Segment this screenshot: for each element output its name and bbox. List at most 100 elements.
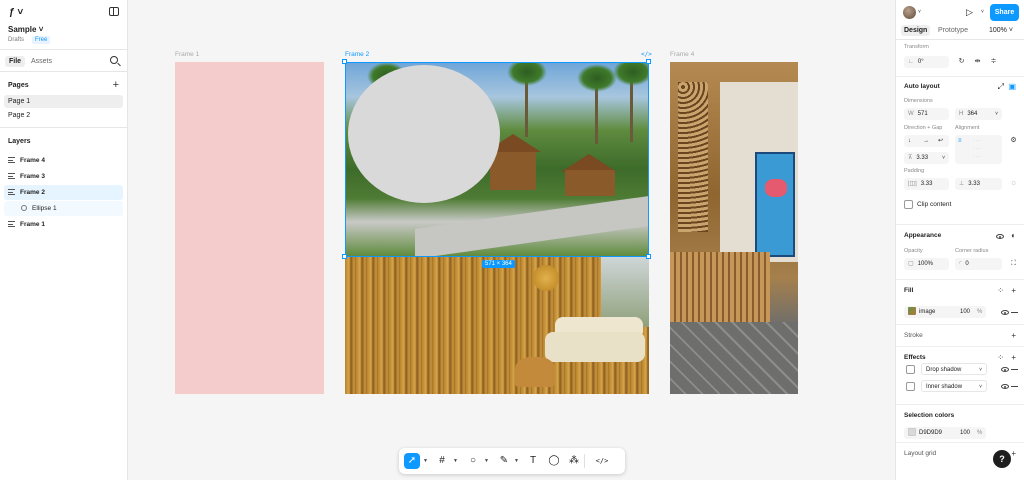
layer-frame-1[interactable]: Frame 1 (4, 217, 123, 232)
comment-tool-icon[interactable]: ◯ (546, 453, 562, 469)
file-name[interactable]: Sample ˅ (8, 25, 43, 34)
avatar[interactable] (903, 6, 916, 19)
wrap-icon[interactable]: ↩ (938, 135, 943, 147)
rotation-field[interactable]: ∟ 0° (904, 56, 949, 68)
frame-1-label[interactable]: Frame 1 (175, 51, 199, 58)
frame-1[interactable] (175, 62, 324, 394)
plan-badge: Free (32, 36, 51, 44)
search-icon[interactable] (110, 56, 118, 64)
ellipse-tool-icon[interactable]: ○ (465, 453, 481, 469)
text-tool-icon[interactable]: T (525, 453, 541, 469)
actions-tool-icon[interactable]: ⁂ (566, 453, 582, 469)
eye-icon[interactable] (1001, 310, 1009, 315)
add-layout-grid-icon[interactable]: + (1011, 443, 1016, 465)
color-swatch[interactable] (908, 428, 916, 437)
resize-handle[interactable] (342, 254, 347, 259)
remove-fill-icon[interactable] (1011, 312, 1018, 313)
frame-4-label[interactable]: Frame 4 (670, 51, 694, 58)
layer-frame-4[interactable]: Frame 4 (4, 153, 123, 168)
eye-icon[interactable] (1001, 367, 1009, 372)
eye-icon[interactable] (996, 234, 1004, 239)
rotate-icon[interactable]: ↻ (956, 56, 967, 67)
corner-radius-field[interactable]: ◜ 0 (955, 258, 1002, 270)
fill-row[interactable]: image 100 % (904, 306, 986, 318)
chevron-down-icon[interactable]: ▼ (514, 458, 519, 464)
canvas[interactable]: Frame 1 Frame 2 Frame 4 </> 571 × 364 (128, 0, 895, 480)
add-page-icon[interactable]: + (113, 77, 119, 94)
padding-horizontal-field[interactable]: |◫| 3.33 (904, 178, 949, 190)
tab-assets[interactable]: Assets (27, 56, 56, 67)
tab-prototype[interactable]: Prototype (935, 25, 971, 36)
dimensions-label: Dimensions (904, 98, 933, 104)
drop-shadow-select[interactable]: Drop shadow ˅ (921, 363, 987, 375)
resize-handle[interactable] (646, 254, 651, 259)
flip-vertical-icon[interactable]: ≑ (988, 56, 999, 67)
expand-icon[interactable]: ⤢ (998, 77, 1004, 97)
tab-file[interactable]: File (5, 56, 26, 67)
layer-frame-2[interactable]: Frame 2 (4, 185, 123, 200)
alignment-grid[interactable]: ≡ · · · · · · · · · (955, 135, 1002, 164)
chevron-down-icon[interactable]: ▼ (453, 458, 458, 464)
flip-horizontal-icon[interactable]: ⇹ (972, 56, 983, 67)
sidebar-toggle-icon[interactable] (109, 7, 119, 16)
frame-2-label[interactable]: Frame 2 (345, 51, 369, 58)
clip-content-label: Clip content (917, 201, 952, 208)
chevron-down-icon[interactable]: ▼ (423, 458, 428, 464)
arrow-right-icon[interactable]: → (923, 135, 929, 147)
frame-4[interactable] (670, 62, 798, 394)
style-grid-icon[interactable]: ⁘ (997, 347, 1004, 369)
page-item-1[interactable]: Page 1 (4, 95, 123, 108)
code-icon[interactable]: </> (641, 51, 652, 58)
padding-vertical-field[interactable]: ⊥ 3.33 (955, 178, 1002, 190)
inner-shadow-toggle[interactable] (906, 382, 915, 391)
auto-layout-icon[interactable]: ▣ (1008, 77, 1016, 97)
share-button[interactable]: Share (990, 4, 1019, 21)
stroke-section: Stroke + (896, 325, 1024, 347)
opacity-field[interactable]: ▢ 100% (904, 258, 949, 270)
selection-color-row[interactable]: D9D9D9 100 % (904, 427, 986, 439)
layer-ellipse-1[interactable]: Ellipse 1 (4, 201, 123, 216)
chevron-down-icon[interactable]: ˅ (981, 9, 984, 15)
blend-mode-icon[interactable]: ◐ (1011, 225, 1016, 247)
clip-content-checkbox[interactable] (904, 200, 913, 209)
frame-tool-icon[interactable]: # (434, 453, 450, 469)
selection-box[interactable] (345, 62, 649, 257)
page-item-2[interactable]: Page 2 (4, 109, 123, 122)
zoom-level[interactable]: 100% ˅ (989, 27, 1013, 34)
add-stroke-icon[interactable]: + (1011, 325, 1016, 347)
align-left-icon[interactable]: ≡ (958, 135, 962, 147)
play-icon[interactable]: ▷ (966, 7, 973, 18)
width-field[interactable]: W 571 (904, 108, 949, 120)
move-tool-icon[interactable]: ➚ (404, 453, 420, 469)
inner-shadow-select[interactable]: Inner shadow ˅ (921, 380, 987, 392)
fill-image-swatch[interactable] (908, 307, 916, 316)
alignment-settings-icon[interactable]: ⚙ (1008, 135, 1019, 146)
add-effect-icon[interactable]: + (1011, 347, 1016, 369)
chevron-down-icon[interactable]: ˅ (918, 9, 921, 15)
gap-field[interactable]: ⊼ 3.33 ˅ (904, 152, 949, 164)
help-button[interactable]: ? (993, 450, 1011, 468)
height-field[interactable]: H 364 ˅ (955, 108, 1002, 120)
left-panel: ƒ ˅ Sample ˅ Drafts Free File Assets Pag… (0, 0, 128, 480)
tab-design[interactable]: Design (901, 25, 931, 36)
dev-mode-icon[interactable]: </> (594, 453, 610, 469)
resize-handle[interactable] (646, 59, 651, 64)
remove-effect-icon[interactable] (1011, 386, 1018, 387)
add-fill-icon[interactable]: + (1011, 280, 1016, 302)
padding-settings-icon[interactable]: ◌ (1008, 178, 1019, 189)
independent-corners-icon[interactable]: ⛶ (1008, 258, 1019, 269)
drafts-label[interactable]: Drafts (8, 37, 24, 43)
frame-layer-icon (8, 157, 15, 164)
figma-logo-icon[interactable]: ƒ ˅ (9, 7, 23, 18)
drop-shadow-toggle[interactable] (906, 365, 915, 374)
layer-frame-3[interactable]: Frame 3 (4, 169, 123, 184)
pen-tool-icon[interactable]: ✎ (496, 453, 512, 469)
arrow-down-icon[interactable]: ↓ (908, 135, 911, 147)
eye-icon[interactable] (1001, 384, 1009, 389)
stroke-title: Stroke + (896, 325, 1024, 347)
resize-handle[interactable] (342, 59, 347, 64)
style-grid-icon[interactable]: ⁘ (997, 280, 1004, 302)
chevron-down-icon[interactable]: ▼ (484, 458, 489, 464)
direction-toggle[interactable]: ↓ → ↩ (904, 135, 949, 147)
remove-effect-icon[interactable] (1011, 369, 1018, 370)
